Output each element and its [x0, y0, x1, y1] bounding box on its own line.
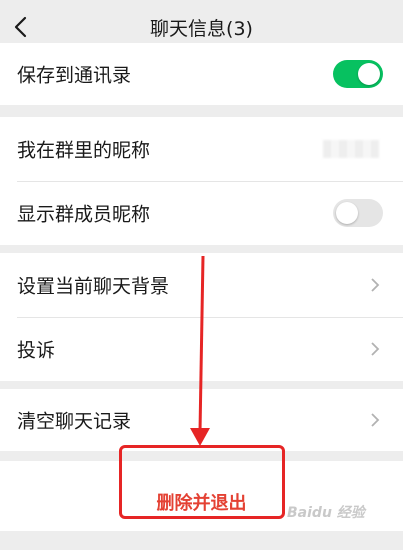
save-to-contacts-toggle[interactable]: [333, 60, 383, 88]
toggle-knob: [358, 63, 380, 85]
row-clear-history[interactable]: 清空聊天记录: [0, 389, 403, 451]
nickname-value-blurred: [323, 140, 379, 158]
row-my-group-nickname[interactable]: 我在群里的昵称: [0, 117, 403, 181]
page-title: 聊天信息(3): [150, 18, 253, 40]
chevron-right-icon: [371, 278, 380, 292]
row-complain[interactable]: 投诉: [0, 317, 403, 381]
watermark: Baidu 经验: [287, 505, 365, 521]
row-save-to-contacts[interactable]: 保存到通讯录: [0, 43, 403, 105]
row-show-member-nicknames[interactable]: 显示群成员昵称: [0, 181, 403, 245]
clear-history-label: 清空聊天记录: [17, 410, 132, 433]
complain-label: 投诉: [17, 339, 56, 362]
annotation-highlight-box: [119, 445, 285, 519]
chevron-right-icon: [371, 413, 380, 427]
save-to-contacts-label: 保存到通讯录: [17, 64, 132, 87]
toggle-knob: [336, 202, 358, 224]
show-member-nicknames-toggle[interactable]: [333, 199, 383, 227]
my-group-nickname-label: 我在群里的昵称: [17, 139, 151, 162]
settings-group-background: 设置当前聊天背景 投诉: [0, 253, 403, 381]
row-chat-background[interactable]: 设置当前聊天背景: [0, 253, 403, 317]
settings-group-contacts: 保存到通讯录: [0, 43, 403, 105]
settings-group-nicknames: 我在群里的昵称 显示群成员昵称: [0, 117, 403, 245]
show-member-nicknames-label: 显示群成员昵称: [17, 203, 151, 226]
chat-background-label: 设置当前聊天背景: [17, 275, 170, 298]
settings-group-history: 清空聊天记录: [0, 389, 403, 451]
chevron-right-icon: [371, 342, 380, 356]
